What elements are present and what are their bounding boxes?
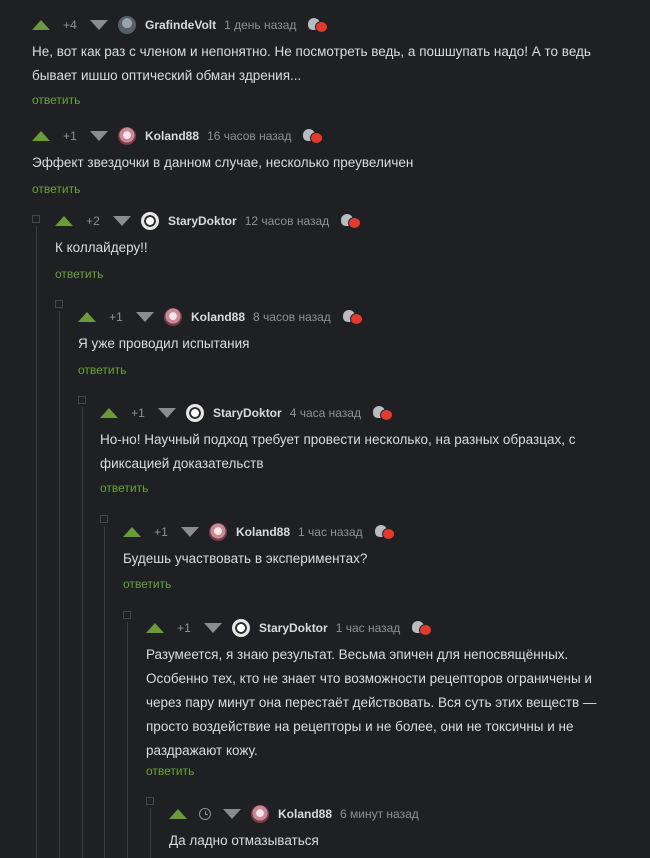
username[interactable]: Koland88 bbox=[278, 807, 332, 821]
avatar[interactable] bbox=[251, 805, 269, 823]
upvote-icon[interactable] bbox=[169, 809, 187, 819]
award-icon[interactable] bbox=[308, 16, 329, 34]
upvote-icon[interactable] bbox=[146, 623, 164, 633]
downvote-icon[interactable] bbox=[204, 623, 222, 633]
comment-header: Koland88 6 минут назад bbox=[169, 804, 419, 824]
downvote-icon[interactable] bbox=[223, 809, 241, 819]
username[interactable]: StaryDoktor bbox=[168, 214, 237, 228]
comment-text: К коллайдеру!! bbox=[55, 240, 148, 255]
comment-rating: +1 bbox=[154, 525, 168, 539]
thread-line bbox=[150, 808, 151, 858]
avatar[interactable] bbox=[186, 404, 204, 422]
collapse-toggle[interactable] bbox=[78, 396, 86, 404]
thread-line bbox=[36, 226, 37, 858]
upvote-icon[interactable] bbox=[100, 408, 118, 418]
collapse-toggle[interactable] bbox=[32, 215, 40, 223]
comment-rating: +1 bbox=[131, 406, 145, 420]
reply-link[interactable]: ответить bbox=[78, 363, 126, 377]
comment-header: +2 StaryDoktor 12 часов назад bbox=[55, 211, 362, 231]
upvote-icon[interactable] bbox=[123, 527, 141, 537]
comment-text: Разумеется, я знаю результат. Весьма эпи… bbox=[146, 647, 597, 758]
reply-link[interactable]: ответить bbox=[32, 93, 80, 107]
avatar[interactable] bbox=[118, 127, 136, 145]
downvote-icon[interactable] bbox=[136, 312, 154, 322]
username[interactable]: GrafindeVolt bbox=[145, 18, 216, 32]
comment-rating: +4 bbox=[63, 18, 77, 32]
award-icon[interactable] bbox=[374, 523, 395, 541]
timestamp[interactable]: 1 день назад bbox=[224, 18, 296, 32]
comment-rating: +2 bbox=[86, 214, 100, 228]
upvote-icon[interactable] bbox=[32, 20, 50, 30]
award-icon[interactable] bbox=[372, 404, 393, 422]
avatar[interactable] bbox=[232, 619, 250, 637]
timestamp[interactable]: 4 часа назад bbox=[290, 406, 361, 420]
username[interactable]: Koland88 bbox=[191, 310, 245, 324]
comment-rating: +1 bbox=[63, 129, 77, 143]
comment-header: +1 Koland88 8 часов назад bbox=[78, 307, 363, 327]
downvote-icon[interactable] bbox=[113, 216, 131, 226]
thread-line bbox=[127, 622, 128, 858]
timestamp[interactable]: 6 минут назад bbox=[340, 807, 419, 821]
comment-text: Я уже проводил испытания bbox=[78, 336, 250, 351]
comment-text: Да ладно отмазываться bbox=[169, 833, 319, 848]
upvote-icon[interactable] bbox=[32, 131, 50, 141]
comment-text: Будешь участвовать в экспериментах? bbox=[123, 551, 368, 566]
downvote-icon[interactable] bbox=[158, 408, 176, 418]
timestamp[interactable]: 1 час назад bbox=[336, 621, 401, 635]
comment-header: +1 Koland88 1 час назад bbox=[123, 522, 395, 542]
thread-line bbox=[104, 526, 105, 858]
collapse-toggle[interactable] bbox=[55, 300, 63, 308]
timestamp[interactable]: 8 часов назад bbox=[253, 310, 331, 324]
comment-header: +1 StaryDoktor 1 час назад bbox=[146, 618, 433, 638]
comment-text: Не, вот как раз с членом и непонятно. Не… bbox=[32, 44, 591, 83]
downvote-icon[interactable] bbox=[181, 527, 199, 537]
timestamp[interactable]: 12 часов назад bbox=[245, 214, 329, 228]
award-icon[interactable] bbox=[303, 127, 324, 145]
timestamp[interactable]: 16 часов назад bbox=[207, 129, 291, 143]
downvote-icon[interactable] bbox=[90, 20, 108, 30]
username[interactable]: Koland88 bbox=[236, 525, 290, 539]
avatar[interactable] bbox=[141, 212, 159, 230]
avatar[interactable] bbox=[164, 308, 182, 326]
collapse-toggle[interactable] bbox=[146, 797, 154, 805]
award-icon[interactable] bbox=[412, 619, 433, 637]
collapse-toggle[interactable] bbox=[123, 611, 131, 619]
avatar[interactable] bbox=[118, 16, 136, 34]
thread-line bbox=[82, 407, 83, 858]
comment-text: Эффект звездочки в данном случае, нескол… bbox=[32, 155, 414, 170]
award-icon[interactable] bbox=[341, 212, 362, 230]
reply-link[interactable]: ответить bbox=[32, 182, 80, 196]
comment-header: +4 GrafindeVolt 1 день назад bbox=[32, 15, 329, 35]
reply-link[interactable]: ответить bbox=[123, 577, 171, 591]
upvote-icon[interactable] bbox=[55, 216, 73, 226]
comment-header: +1 Koland88 16 часов назад bbox=[32, 126, 324, 146]
upvote-icon[interactable] bbox=[78, 312, 96, 322]
reply-link[interactable]: ответить bbox=[146, 764, 194, 778]
collapse-toggle[interactable] bbox=[100, 515, 108, 523]
thread-line bbox=[59, 311, 60, 858]
clock-icon bbox=[199, 808, 211, 820]
reply-link[interactable]: ответить bbox=[55, 267, 103, 281]
reply-link[interactable]: ответить bbox=[100, 481, 148, 495]
username[interactable]: Koland88 bbox=[145, 129, 199, 143]
username[interactable]: StaryDoktor bbox=[213, 406, 282, 420]
award-icon[interactable] bbox=[342, 308, 363, 326]
downvote-icon[interactable] bbox=[90, 131, 108, 141]
username[interactable]: StaryDoktor bbox=[259, 621, 328, 635]
timestamp[interactable]: 1 час назад bbox=[298, 525, 363, 539]
comment-rating: +1 bbox=[177, 621, 191, 635]
comment-text: Но-но! Научный подход требует провести н… bbox=[100, 432, 576, 471]
comment-rating: +1 bbox=[109, 310, 123, 324]
comment-header: +1 StaryDoktor 4 часа назад bbox=[100, 403, 393, 423]
avatar[interactable] bbox=[209, 523, 227, 541]
